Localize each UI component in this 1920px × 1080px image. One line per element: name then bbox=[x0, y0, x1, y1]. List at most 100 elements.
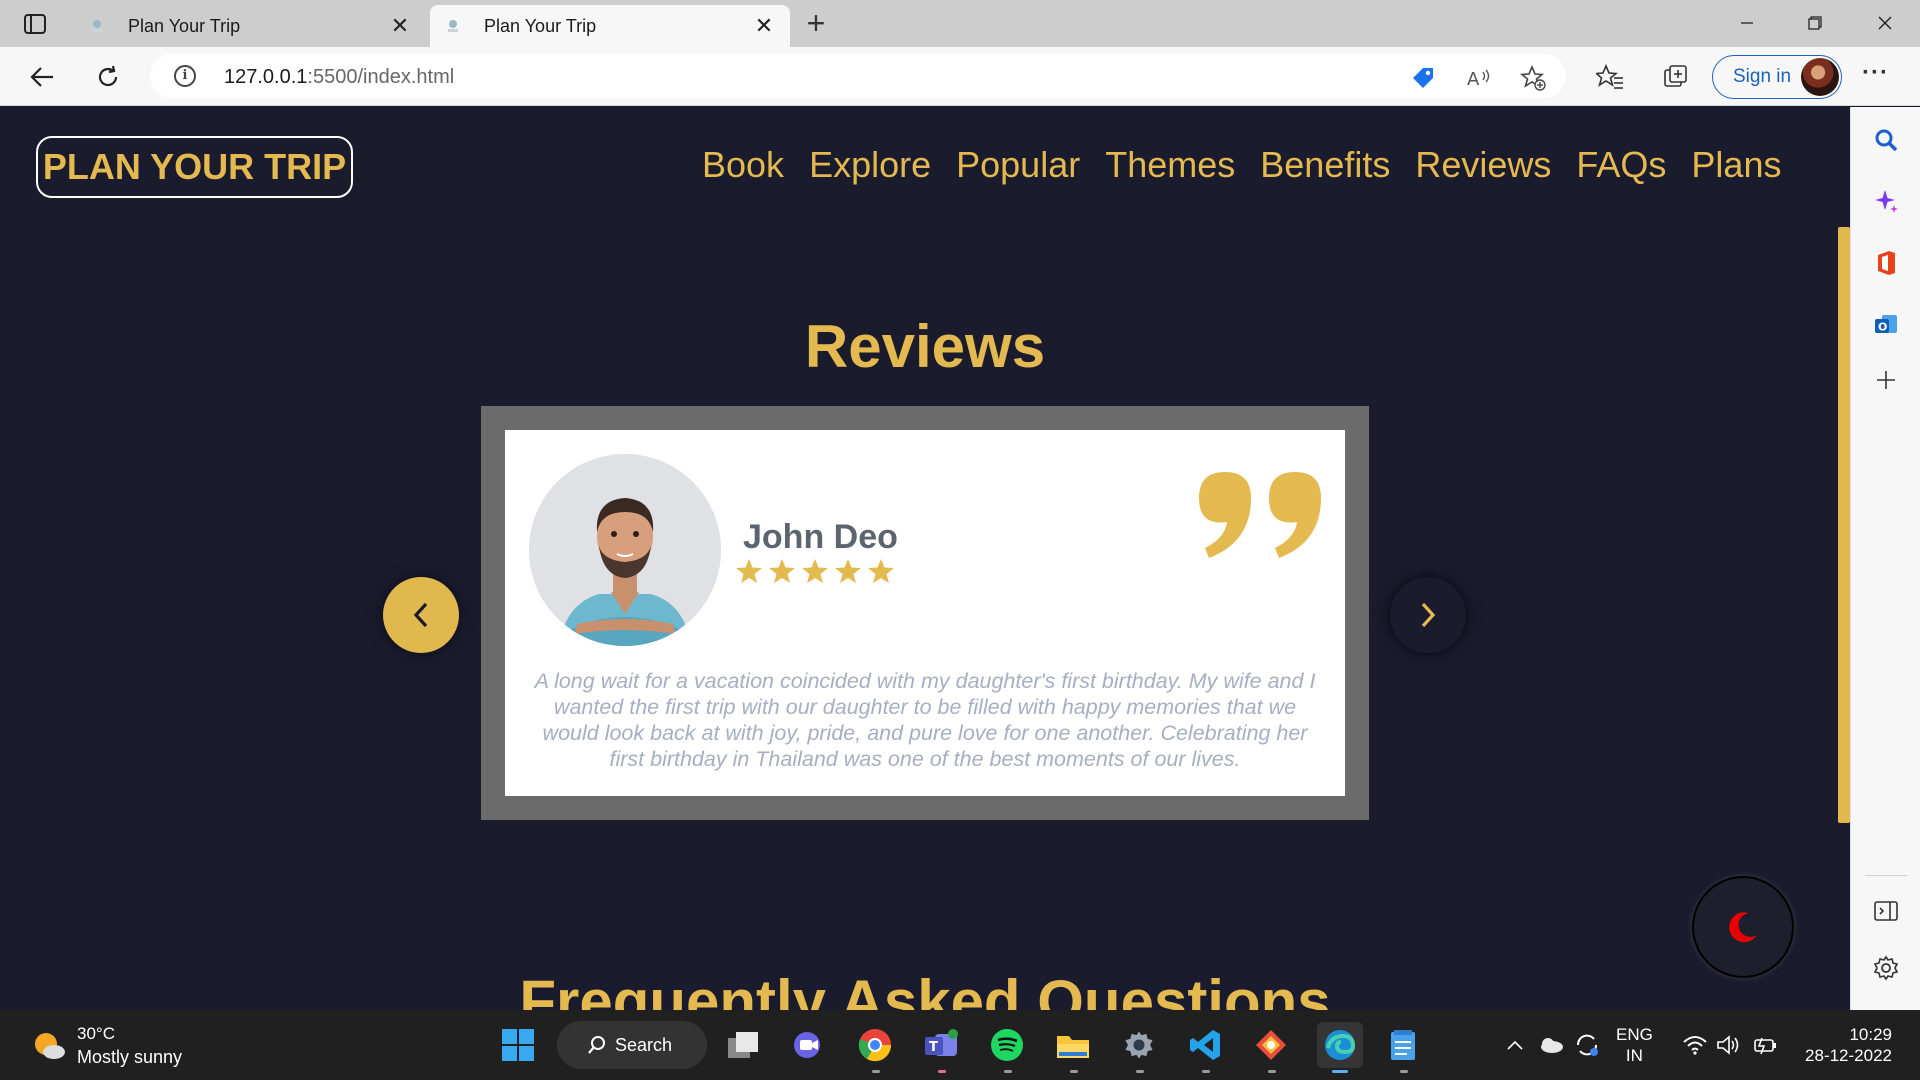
tab-close-icon[interactable]: ✕ bbox=[752, 13, 776, 39]
nav-link-themes[interactable]: Themes bbox=[1105, 143, 1235, 187]
running-indicator bbox=[1004, 1070, 1012, 1073]
review-card: John Deo A long wait for a vacation coin… bbox=[505, 430, 1345, 796]
chrome-icon[interactable] bbox=[855, 1025, 895, 1065]
add-sidebar-app-icon[interactable] bbox=[1871, 365, 1901, 395]
outlook-icon[interactable]: O bbox=[1871, 310, 1901, 340]
nav-link-explore[interactable]: Explore bbox=[809, 143, 931, 187]
star-icon bbox=[868, 559, 894, 583]
chevron-right-icon bbox=[1421, 602, 1436, 628]
teams-icon[interactable]: T bbox=[921, 1025, 961, 1065]
url-path: :5500/index.html bbox=[307, 66, 455, 88]
chevron-left-icon bbox=[413, 602, 428, 628]
url-text: 127.0.0.1:5500/index.html bbox=[224, 66, 454, 89]
taskbar-search-label: Search bbox=[615, 1034, 673, 1055]
add-favorite-icon[interactable] bbox=[1520, 65, 1546, 91]
next-review-button[interactable] bbox=[1390, 577, 1466, 653]
star-icon bbox=[769, 559, 795, 583]
previous-review-button[interactable] bbox=[383, 577, 459, 653]
reviewer-photo bbox=[529, 454, 721, 646]
window-close-icon[interactable] bbox=[1862, 6, 1908, 40]
system-clock[interactable]: 10:29 28-12-2022 bbox=[1796, 1024, 1892, 1066]
address-bar[interactable]: i 127.0.0.1:5500/index.html A bbox=[150, 54, 1566, 98]
volume-icon[interactable] bbox=[1714, 1030, 1744, 1060]
input-language[interactable]: ENG IN bbox=[1616, 1024, 1653, 1066]
review-text: A long wait for a vacation coincided wit… bbox=[534, 669, 1316, 771]
coupon-tag-icon[interactable] bbox=[1410, 65, 1436, 91]
edge-browser-icon[interactable] bbox=[1317, 1022, 1363, 1068]
settings-icon[interactable] bbox=[1119, 1025, 1159, 1065]
nav-link-reviews[interactable]: Reviews bbox=[1415, 143, 1551, 187]
reload-icon[interactable] bbox=[88, 57, 128, 97]
running-indicator bbox=[1202, 1070, 1210, 1073]
nav-link-faqs[interactable]: FAQs bbox=[1576, 143, 1666, 187]
sign-in-label: Sign in bbox=[1733, 66, 1792, 87]
more-options-icon[interactable]: ··· bbox=[1862, 59, 1889, 87]
meet-chat-icon[interactable] bbox=[789, 1025, 829, 1065]
nav-link-book[interactable]: Book bbox=[702, 143, 784, 187]
profile-avatar bbox=[1801, 58, 1839, 96]
file-explorer-icon[interactable] bbox=[1053, 1025, 1093, 1065]
svg-text:A: A bbox=[1467, 69, 1480, 89]
clock-date: 28-12-2022 bbox=[1805, 1046, 1892, 1065]
tab-close-icon[interactable]: ✕ bbox=[388, 13, 412, 39]
site-favicon-icon bbox=[88, 17, 106, 35]
running-indicator bbox=[1070, 1070, 1078, 1073]
reviewer-name: John Deo bbox=[743, 518, 898, 556]
weather-sunny-icon[interactable] bbox=[32, 1030, 66, 1060]
browser-toolbar: i 127.0.0.1:5500/index.html A Sign in ··… bbox=[0, 47, 1920, 106]
notepad-icon[interactable] bbox=[1383, 1025, 1423, 1065]
tab-active[interactable]: Plan Your Trip ✕ bbox=[430, 5, 790, 47]
favorites-icon[interactable] bbox=[1592, 59, 1628, 95]
hide-sidebar-icon[interactable] bbox=[1871, 896, 1901, 926]
edge-sidebar: O bbox=[1850, 107, 1920, 1010]
git-client-icon[interactable] bbox=[1251, 1025, 1291, 1065]
task-view-icon[interactable] bbox=[723, 1025, 763, 1065]
restore-icon[interactable] bbox=[1792, 6, 1838, 40]
taskbar-search[interactable]: Search bbox=[557, 1021, 707, 1069]
onedrive-cloud-icon[interactable] bbox=[1536, 1030, 1566, 1060]
star-icon bbox=[736, 559, 762, 583]
copilot-sparkle-icon[interactable] bbox=[1871, 186, 1901, 216]
site-logo[interactable]: PLAN YOUR TRIP bbox=[36, 136, 353, 198]
windows-taskbar: 30°C Mostly sunny Search T ENG IN 10:29 … bbox=[0, 1010, 1920, 1080]
tab-actions-icon[interactable] bbox=[20, 10, 50, 38]
settings-gear-icon[interactable] bbox=[1871, 953, 1901, 983]
tab-inactive[interactable]: Plan Your Trip ✕ bbox=[74, 5, 426, 47]
search-icon[interactable] bbox=[1871, 125, 1901, 155]
browser-tab-bar: Plan Your Trip ✕ Plan Your Trip ✕ + bbox=[0, 0, 1920, 47]
weather-temperature: 30°C bbox=[77, 1024, 115, 1043]
read-aloud-icon[interactable]: A bbox=[1466, 65, 1492, 91]
rating-stars bbox=[735, 558, 895, 584]
faq-heading: Frequently Asked Questions bbox=[519, 968, 1331, 1010]
battery-icon[interactable] bbox=[1750, 1030, 1780, 1060]
spotify-icon[interactable] bbox=[987, 1025, 1027, 1065]
running-indicator bbox=[872, 1070, 880, 1073]
back-icon[interactable] bbox=[22, 57, 62, 97]
collections-icon[interactable] bbox=[1658, 59, 1694, 95]
language-code: ENG bbox=[1616, 1025, 1653, 1044]
office-icon[interactable] bbox=[1871, 248, 1901, 278]
sign-in-button[interactable]: Sign in bbox=[1712, 55, 1842, 99]
new-tab-button[interactable]: + bbox=[800, 7, 832, 40]
weather-description: Mostly sunny bbox=[77, 1047, 183, 1067]
running-indicator bbox=[1268, 1070, 1276, 1073]
page-scrollbar-thumb[interactable] bbox=[1838, 227, 1850, 823]
vscode-icon[interactable] bbox=[1185, 1025, 1225, 1065]
site-favicon-icon bbox=[444, 17, 462, 35]
minimize-icon[interactable] bbox=[1724, 6, 1770, 40]
quote-icon bbox=[1195, 468, 1327, 565]
nav-link-benefits[interactable]: Benefits bbox=[1260, 143, 1390, 187]
svg-text:T: T bbox=[929, 1040, 938, 1055]
windows-start-icon[interactable] bbox=[498, 1025, 538, 1065]
wifi-icon[interactable] bbox=[1680, 1030, 1710, 1060]
site-info-icon[interactable]: i bbox=[174, 65, 196, 87]
nav-link-popular[interactable]: Popular bbox=[956, 143, 1080, 187]
show-hidden-icons-chevron-icon[interactable] bbox=[1500, 1030, 1530, 1060]
moon-icon bbox=[1729, 912, 1757, 943]
sync-icon[interactable] bbox=[1572, 1030, 1602, 1060]
main-nav: Book Explore Popular Themes Benefits Rev… bbox=[702, 143, 1806, 187]
dark-mode-toggle[interactable] bbox=[1692, 876, 1794, 978]
star-icon bbox=[802, 559, 828, 583]
nav-link-plans[interactable]: Plans bbox=[1691, 143, 1781, 187]
running-indicator bbox=[938, 1070, 946, 1073]
